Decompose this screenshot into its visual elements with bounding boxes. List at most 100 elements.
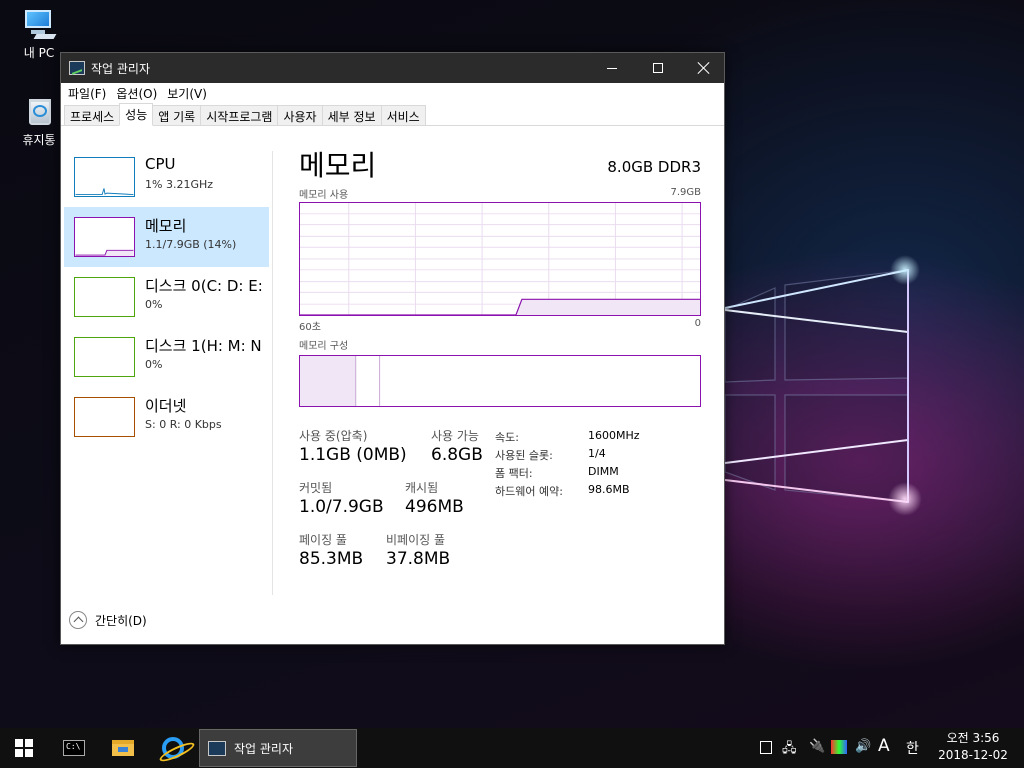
- form-factor-key: 폼 팩터:: [495, 467, 533, 480]
- resource-name: 메모리: [145, 217, 187, 235]
- volume-icon[interactable]: 🔊: [855, 739, 871, 754]
- ime-language-indicator[interactable]: 한: [906, 738, 919, 758]
- menu-view[interactable]: 보기(V): [162, 85, 212, 102]
- clock-time: 오전 3:56: [946, 731, 1000, 745]
- tab-details[interactable]: 세부 정보: [321, 105, 382, 125]
- maximize-button[interactable]: [635, 53, 681, 83]
- usage-graph-label: 메모리 사용: [299, 190, 349, 201]
- system-clock[interactable]: 오전 3:56 2018-12-02: [930, 730, 1016, 764]
- page-title: 메모리: [299, 149, 377, 182]
- pane-divider[interactable]: [272, 151, 273, 595]
- resource-item-disk-1[interactable]: 디스크 1(H: M: N 0%: [64, 327, 269, 387]
- performance-content: CPU 1% 3.21GHz 메모리 1.1/7.9GB (14%) 디스크 0…: [61, 127, 724, 645]
- cached-label: 캐시됨: [405, 481, 439, 495]
- resource-summary: 1.1/7.9GB (14%): [145, 238, 237, 251]
- task-manager-icon: [208, 740, 226, 756]
- receive-value: 0 Kbps: [184, 418, 222, 431]
- cpu-thumbnail-graph: [74, 157, 135, 197]
- close-button[interactable]: [681, 53, 727, 83]
- resource-item-cpu[interactable]: CPU 1% 3.21GHz: [64, 147, 269, 207]
- tab-users[interactable]: 사용자: [277, 105, 323, 125]
- windows-start-icon: [15, 739, 33, 757]
- maximize-icon: [653, 63, 663, 73]
- chevron-up-icon: [69, 611, 87, 629]
- memory-spec: 8.0GB DDR3: [607, 158, 701, 176]
- tab-processes[interactable]: 프로세스: [64, 105, 121, 125]
- ime-mode-indicator[interactable]: A: [878, 736, 890, 756]
- task-manager-icon: [69, 61, 85, 75]
- resource-summary: 0%: [145, 298, 163, 311]
- fewer-details-label: 간단히(D): [95, 613, 147, 628]
- in-use-value: 1.1GB (0MB): [299, 445, 407, 465]
- resource-item-ethernet[interactable]: 이더넷 S: 0 R: 0 Kbps: [64, 387, 269, 447]
- hardware-reserved-key: 하드웨어 예약:: [495, 485, 563, 498]
- resource-summary: 1% 3.21GHz: [145, 178, 214, 191]
- color-management-icon[interactable]: [831, 740, 847, 754]
- committed-label: 커밋됨: [299, 481, 333, 495]
- paged-pool-value: 85.3MB: [299, 549, 364, 569]
- graph-time-end: 0: [694, 318, 701, 329]
- committed-value: 1.0/7.9GB: [299, 497, 384, 517]
- resource-name: 디스크 0(C: D: E:: [145, 277, 263, 295]
- tab-app-history[interactable]: 앱 기록: [152, 105, 202, 125]
- send-value: 0: [159, 418, 167, 431]
- menu-bar: 파일(F) 옵션(O) 보기(V): [61, 83, 724, 104]
- resource-name: CPU: [145, 155, 176, 173]
- resource-item-memory[interactable]: 메모리 1.1/7.9GB (14%): [64, 207, 269, 267]
- composition-graph-label: 메모리 구성: [299, 341, 349, 352]
- title-bar[interactable]: 작업 관리자: [61, 53, 724, 83]
- usb-device-icon[interactable]: 🔌: [809, 739, 825, 754]
- receive-label: R:: [169, 418, 181, 431]
- start-button[interactable]: [0, 728, 48, 768]
- taskbar-file-explorer[interactable]: [99, 728, 147, 768]
- taskbar: C:\ 작업 관리자 🖧 🔌 🔊 A 한 오전 3:56 2018-12-02: [0, 728, 1024, 768]
- menu-options[interactable]: 옵션(O): [111, 85, 162, 102]
- paged-pool-label: 페이징 풀: [299, 533, 347, 547]
- tab-startup[interactable]: 시작프로그램: [200, 105, 279, 125]
- memory-usage-graph: [299, 202, 701, 316]
- available-value: 6.8GB: [431, 445, 483, 465]
- disk-thumbnail-graph: [74, 277, 135, 317]
- wallpaper-windows-logo: [724, 269, 909, 503]
- tab-strip: 프로세스 성능 앱 기록 시작프로그램 사용자 세부 정보 서비스: [61, 103, 724, 126]
- nonpaged-pool-label: 비페이징 풀: [386, 533, 446, 547]
- graph-time-start: 60초: [299, 322, 321, 333]
- command-prompt-icon: C:\: [63, 740, 85, 756]
- taskbar-task-manager[interactable]: 작업 관리자: [199, 729, 357, 767]
- resource-name: 디스크 1(H: M: N: [145, 337, 262, 355]
- send-label: S:: [145, 418, 156, 431]
- taskbar-command-prompt[interactable]: C:\: [50, 728, 98, 768]
- resource-item-disk-0[interactable]: 디스크 0(C: D: E: 0%: [64, 267, 269, 327]
- network-icon[interactable]: 🖧: [782, 739, 797, 761]
- resource-name: 이더넷: [145, 397, 187, 415]
- menu-file[interactable]: 파일(F): [63, 85, 111, 102]
- minimize-button[interactable]: [589, 53, 635, 83]
- tab-services[interactable]: 서비스: [380, 105, 426, 125]
- computer-icon: [21, 8, 57, 42]
- disk-thumbnail-graph: [74, 337, 135, 377]
- taskbar-internet-explorer[interactable]: [149, 728, 197, 768]
- form-factor-value: DIMM: [588, 465, 619, 478]
- ethernet-thumbnail-graph: [74, 397, 135, 437]
- minimize-icon: [607, 67, 617, 69]
- wallpaper-light-glow: [890, 255, 920, 285]
- resource-summary: S: 0 R: 0 Kbps: [145, 418, 222, 431]
- resource-list: CPU 1% 3.21GHz 메모리 1.1/7.9GB (14%) 디스크 0…: [64, 147, 269, 447]
- usage-graph-max: 7.9GB: [670, 187, 701, 198]
- speed-key: 속도:: [495, 431, 519, 444]
- slots-used-key: 사용된 슬롯:: [495, 449, 553, 462]
- fewer-details-button[interactable]: 간단히(D): [69, 611, 147, 629]
- memory-thumbnail-graph: [74, 217, 135, 257]
- wallpaper-light-glow: [888, 482, 922, 516]
- available-label: 사용 가능: [431, 429, 479, 443]
- folder-icon: [112, 740, 134, 756]
- show-hidden-icons[interactable]: [760, 741, 772, 754]
- resource-summary: 0%: [145, 358, 163, 371]
- close-icon: [698, 62, 710, 74]
- tab-performance[interactable]: 성능: [119, 103, 154, 126]
- cached-value: 496MB: [405, 497, 464, 517]
- clock-date: 2018-12-02: [938, 748, 1008, 762]
- task-manager-window: 작업 관리자 파일(F) 옵션(O) 보기(V) 프로세스 성능 앱 기록 시작…: [60, 52, 725, 645]
- speed-value: 1600MHz: [588, 429, 640, 442]
- slots-used-value: 1/4: [588, 447, 606, 460]
